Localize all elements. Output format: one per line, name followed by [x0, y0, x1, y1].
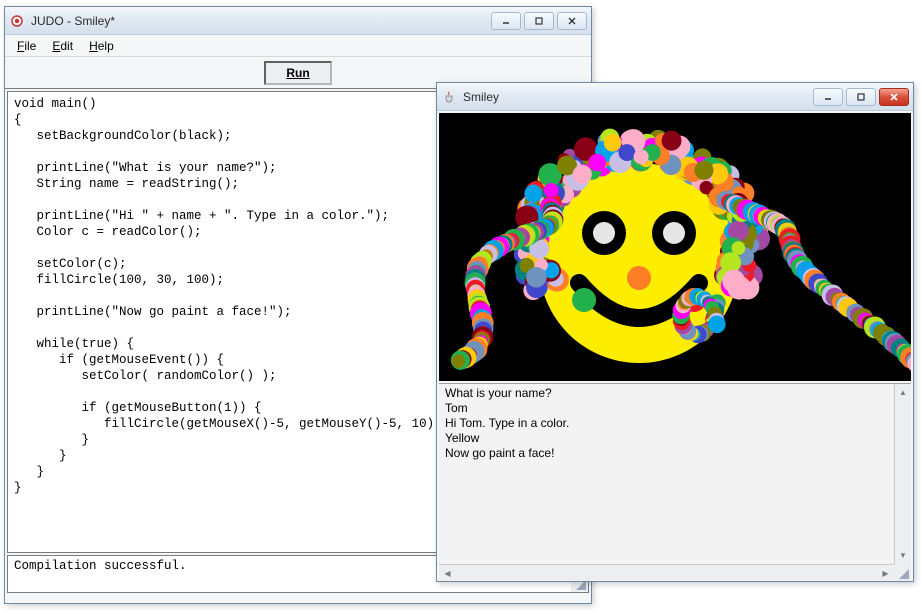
run-button[interactable]: Run [264, 61, 331, 85]
ide-app-icon [9, 13, 25, 29]
scroll-up-icon[interactable]: ▲ [895, 384, 911, 401]
ide-close-button[interactable] [557, 12, 587, 30]
console-line: Hi Tom. Type in a color. [445, 416, 905, 431]
drawing-canvas[interactable] [439, 113, 911, 381]
ide-title: JUDO - Smiley* [31, 14, 491, 28]
run-titlebar[interactable]: Smiley [437, 83, 913, 111]
console-line: What is your name? [445, 386, 905, 401]
console-line: Tom [445, 401, 905, 416]
run-close-button[interactable] [879, 88, 909, 106]
console-line: Now go paint a face! [445, 446, 905, 461]
console-vscrollbar[interactable]: ▲ ▼ [894, 384, 911, 564]
run-title: Smiley [463, 90, 813, 104]
ide-minimize-button[interactable] [491, 12, 521, 30]
menu-help[interactable]: Help [83, 37, 120, 55]
console-hscrollbar[interactable]: ◀ ▶ [439, 564, 894, 581]
run-minimize-button[interactable] [813, 88, 843, 106]
scroll-down-icon[interactable]: ▼ [895, 547, 911, 564]
java-cup-icon [441, 89, 457, 105]
output-console[interactable]: What is your name? Tom Hi Tom. Type in a… [439, 383, 911, 581]
status-text: Compilation successful. [14, 559, 187, 573]
ide-titlebar[interactable]: JUDO - Smiley* [5, 7, 591, 35]
scroll-left-icon[interactable]: ◀ [439, 565, 456, 582]
ide-maximize-button[interactable] [524, 12, 554, 30]
console-line: Yellow [445, 431, 905, 446]
ide-menubar: File Edit Help [5, 35, 591, 57]
run-maximize-button[interactable] [846, 88, 876, 106]
run-resize-grip[interactable] [897, 567, 909, 579]
menu-file[interactable]: File [11, 37, 42, 55]
menu-edit[interactable]: Edit [46, 37, 79, 55]
scroll-right-icon[interactable]: ▶ [877, 565, 894, 582]
run-window: Smiley What is your name? Tom Hi Tom. [436, 82, 914, 582]
